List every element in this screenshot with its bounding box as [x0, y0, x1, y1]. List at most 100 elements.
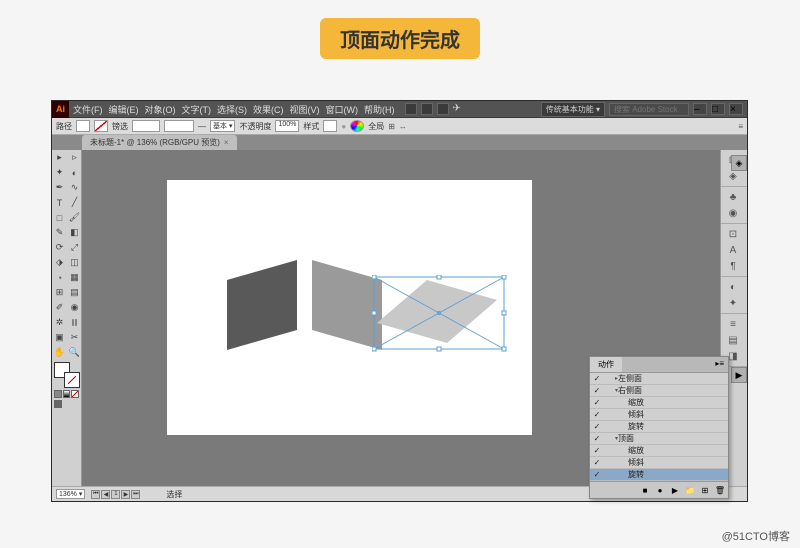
fill-swatch[interactable]: [76, 120, 90, 132]
variable-width-profile[interactable]: [164, 120, 194, 132]
transform-icon[interactable]: ↔: [399, 122, 407, 131]
menu-object[interactable]: 对象(O): [145, 103, 176, 116]
action-row[interactable]: ✓ 缩放: [590, 397, 728, 409]
menu-type[interactable]: 文字(T): [182, 103, 212, 116]
check-icon[interactable]: ✓: [592, 470, 602, 479]
type-tool-icon[interactable]: T: [52, 195, 67, 210]
check-icon[interactable]: ✓: [592, 398, 602, 407]
action-row[interactable]: ✓ ▾ 顶面: [590, 433, 728, 445]
artboard[interactable]: [167, 180, 532, 435]
action-row[interactable]: ✓ 倾斜: [590, 409, 728, 421]
magic-wand-tool-icon[interactable]: ✦: [52, 165, 67, 180]
shaper-tool-icon[interactable]: ✎: [52, 225, 67, 240]
gpu-icon[interactable]: [437, 103, 449, 115]
actions-tab[interactable]: 动作: [590, 357, 622, 372]
curvature-tool-icon[interactable]: ∿: [67, 180, 82, 195]
check-icon[interactable]: ✓: [592, 434, 602, 443]
layers-panel-icon[interactable]: ◈: [724, 169, 742, 183]
menu-file[interactable]: 文件(F): [73, 103, 103, 116]
eraser-tool-icon[interactable]: ◧: [67, 225, 82, 240]
artboard-tool-icon[interactable]: ▣: [52, 330, 67, 345]
check-icon[interactable]: ✓: [592, 446, 602, 455]
rectangle-tool-icon[interactable]: □: [52, 210, 67, 225]
close-icon[interactable]: ×: [729, 103, 743, 115]
arrange-documents-icon[interactable]: [421, 103, 433, 115]
paintbrush-tool-icon[interactable]: 🖌: [67, 210, 82, 225]
zoom-tool-icon[interactable]: 🔍: [67, 345, 82, 360]
share-icon[interactable]: ✈: [453, 103, 465, 115]
symbol-sprayer-tool-icon[interactable]: ✲: [52, 315, 67, 330]
gradient-tool-icon[interactable]: ▤: [67, 285, 82, 300]
menu-view[interactable]: 视图(V): [290, 103, 320, 116]
graphic-style[interactable]: [323, 120, 337, 132]
play-button-icon[interactable]: ▶: [669, 484, 681, 496]
panel-menu-icon[interactable]: ▸≡: [711, 357, 728, 372]
align-icon[interactable]: ⊞: [388, 122, 395, 131]
lasso-tool-icon[interactable]: ◐: [67, 165, 82, 180]
check-icon[interactable]: ✓: [592, 410, 602, 419]
tab-close-icon[interactable]: ×: [224, 138, 229, 147]
workspace-selector[interactable]: 传统基本功能 ▾: [541, 102, 605, 117]
header-icon[interactable]: [405, 103, 417, 115]
gradient-mode-icon[interactable]: [63, 390, 71, 398]
line-tool-icon[interactable]: ╱: [67, 195, 82, 210]
color-panel-icon[interactable]: ◉: [724, 206, 742, 220]
action-row[interactable]: ✓ 旋转: [590, 421, 728, 433]
character-panel-icon[interactable]: A: [724, 243, 742, 257]
eyedropper-tool-icon[interactable]: ✐: [52, 300, 67, 315]
shape-builder-tool-icon[interactable]: ◔: [52, 270, 67, 285]
check-icon[interactable]: ✓: [592, 386, 602, 395]
record-button-icon[interactable]: ●: [654, 484, 666, 496]
action-row[interactable]: ✓ 倾斜: [590, 457, 728, 469]
check-icon[interactable]: ✓: [592, 422, 602, 431]
first-artboard-icon[interactable]: ⏮: [91, 490, 100, 499]
search-input[interactable]: [609, 103, 689, 116]
column-graph-tool-icon[interactable]: ⫾⫾: [67, 315, 82, 330]
stroke-swatch[interactable]: [94, 120, 108, 132]
color-mode-icon[interactable]: [54, 390, 62, 398]
fill-stroke-control[interactable]: [54, 362, 80, 388]
blend-tool-icon[interactable]: ◉: [67, 300, 82, 315]
action-row[interactable]: ✓ 旋转: [590, 469, 728, 481]
action-row[interactable]: ✓ ▸ 左侧面: [590, 373, 728, 385]
prev-artboard-icon[interactable]: ◀: [101, 490, 110, 499]
screen-mode-icon[interactable]: [54, 400, 62, 408]
selection-tool-icon[interactable]: ▸: [52, 150, 67, 165]
actions-flyout-icon[interactable]: ▶: [731, 367, 747, 383]
zoom-level[interactable]: 136% ▾: [56, 489, 85, 499]
disclosure-icon[interactable]: ▾: [605, 387, 615, 394]
gradient-panel-icon[interactable]: ▤: [724, 333, 742, 347]
next-artboard-icon[interactable]: ▶: [121, 490, 130, 499]
delete-icon[interactable]: 🗑: [714, 484, 726, 496]
symbols-panel-icon[interactable]: ✦: [724, 296, 742, 310]
width-tool-icon[interactable]: ⬗: [52, 255, 67, 270]
none-mode-icon[interactable]: [71, 390, 79, 398]
action-row[interactable]: ✓ 缩放: [590, 445, 728, 457]
menu-edit[interactable]: 编辑(E): [109, 103, 139, 116]
direct-selection-tool-icon[interactable]: ▹: [67, 150, 82, 165]
menu-window[interactable]: 窗口(W): [326, 103, 359, 116]
brush-select[interactable]: 基本 ▾: [210, 120, 235, 132]
last-artboard-icon[interactable]: ⏭: [131, 490, 140, 499]
paragraph-panel-icon[interactable]: ¶: [724, 259, 742, 273]
recolor-icon[interactable]: [350, 120, 364, 132]
new-set-icon[interactable]: 📁: [684, 484, 696, 496]
slice-tool-icon[interactable]: ✂: [67, 330, 82, 345]
stroke-color-icon[interactable]: [64, 372, 80, 388]
minimize-icon[interactable]: –: [693, 103, 707, 115]
stop-button-icon[interactable]: ■: [639, 484, 651, 496]
disclosure-icon[interactable]: ▾: [605, 435, 615, 442]
opacity-value[interactable]: 100%: [275, 120, 299, 132]
artboard-number[interactable]: 1: [111, 490, 120, 499]
control-menu-icon[interactable]: ≡: [738, 122, 743, 131]
document-tab[interactable]: 未标题-1* @ 136% (RGB/GPU 预览) ×: [82, 135, 237, 150]
swatches-panel-icon[interactable]: ⊡: [724, 227, 742, 241]
menu-effect[interactable]: 效果(C): [253, 103, 284, 116]
new-action-icon[interactable]: ⊞: [699, 484, 711, 496]
disclosure-icon[interactable]: ▸: [605, 375, 615, 382]
stroke-panel-icon[interactable]: ≡: [724, 317, 742, 331]
hand-tool-icon[interactable]: ✋: [52, 345, 67, 360]
pen-tool-icon[interactable]: ✒: [52, 180, 67, 195]
free-transform-tool-icon[interactable]: ◫: [67, 255, 82, 270]
check-icon[interactable]: ✓: [592, 458, 602, 467]
